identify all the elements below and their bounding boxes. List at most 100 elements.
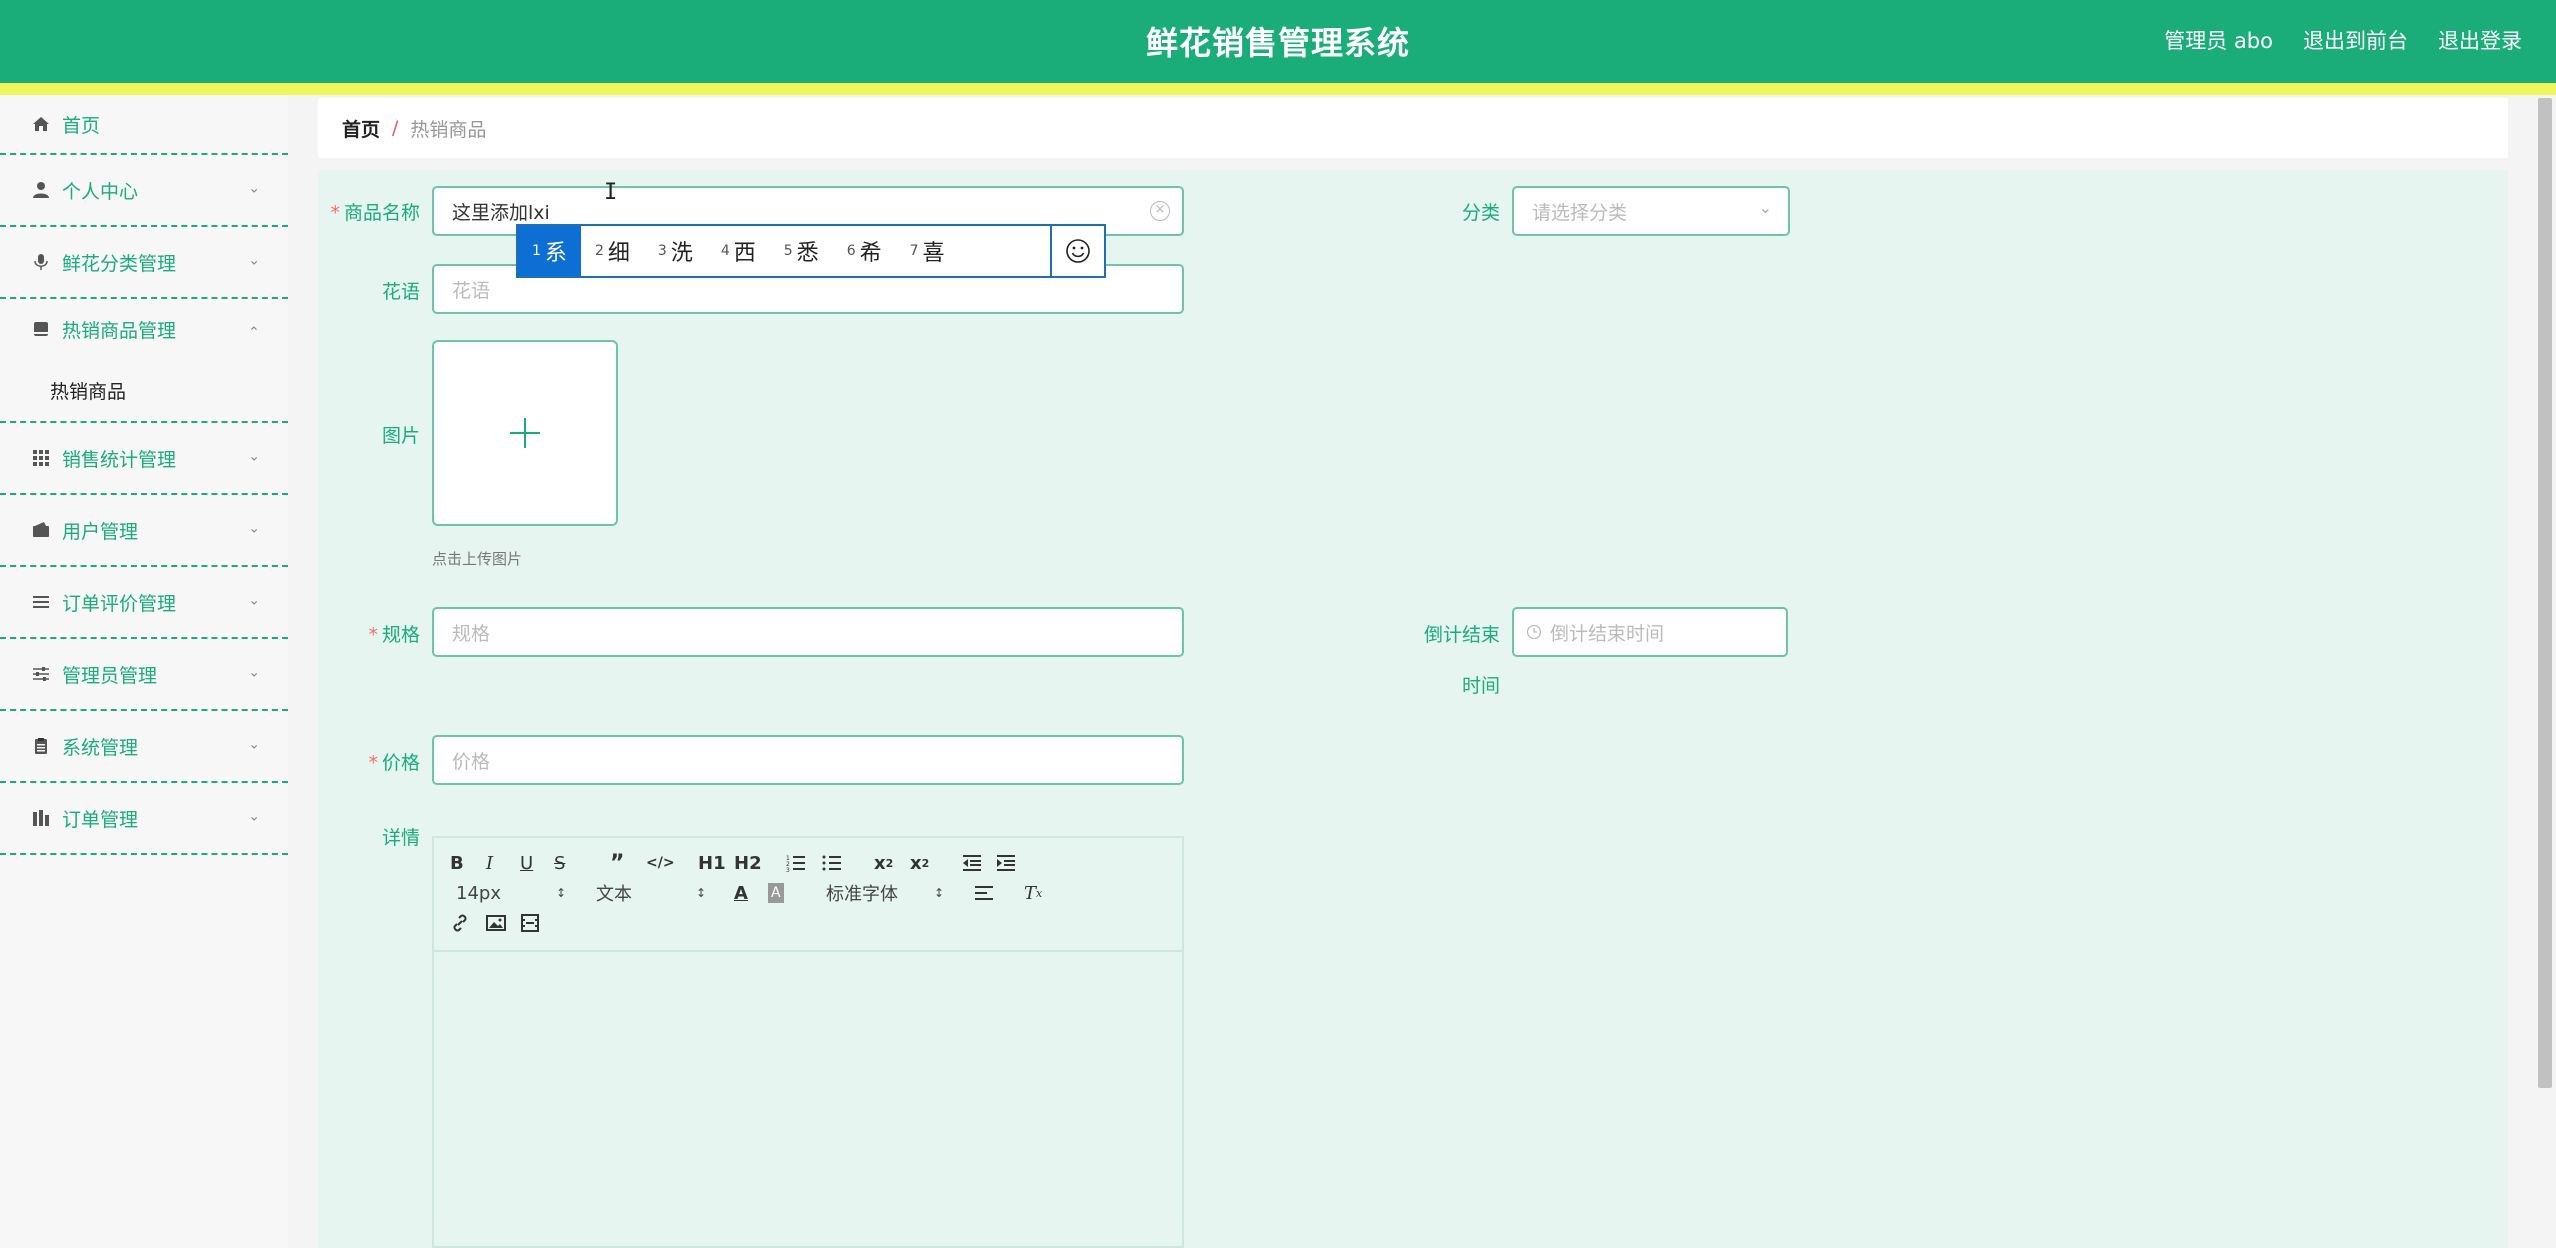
sidebar-item-label: 热销商品管理 [62, 319, 177, 342]
breadcrumb: 首页 / 热销商品 [318, 98, 2508, 158]
sidebar-item-order-reviews[interactable]: 订单评价管理 ⌄ [0, 567, 288, 639]
sidebar: 首页 个人中心 ⌄ 鲜花分类管理 ⌄ 热销商品管理 ⌄ 热销商品 销售统计管理 … [0, 95, 288, 1248]
sidebar-item-sales-stats[interactable]: 销售统计管理 ⌄ [0, 423, 288, 495]
category-select[interactable]: 请选择分类 ⌄ [1512, 186, 1790, 236]
ime-candidate[interactable]: 3洗 [644, 226, 707, 276]
editor-toolbar: B I U S ” </> H1 H2 123 x2 x2 14px ↕ 文本 ↕ … [434, 838, 1182, 952]
grid-icon [30, 447, 52, 469]
chevron-down-icon: ⌄ [248, 448, 260, 465]
ime-candidate[interactable]: 2细 [581, 226, 644, 276]
spec-input[interactable]: 规格 [432, 607, 1184, 657]
sliders-icon [30, 663, 52, 685]
countdown-placeholder: 倒计结束时间 [1550, 622, 1665, 645]
page-scrollbar[interactable] [2538, 98, 2552, 1088]
logout-link[interactable]: 退出登录 [2438, 25, 2522, 55]
chevron-down-icon: ⌄ [248, 808, 260, 825]
ime-candidate[interactable]: 6希 [833, 226, 896, 276]
detail-label: 详情 [381, 827, 420, 849]
heading-2-icon[interactable]: H2 [734, 850, 762, 876]
clear-icon[interactable]: × [1150, 201, 1170, 221]
blockquote-icon[interactable]: ” [610, 850, 624, 876]
block-type-select[interactable]: 文本 ↕ [596, 880, 706, 906]
indent-icon[interactable] [996, 850, 1016, 876]
strikethrough-icon[interactable]: S [554, 850, 565, 876]
sidebar-item-label: 首页 [62, 114, 101, 137]
ordered-list-icon[interactable]: 123 [786, 850, 806, 876]
svg-text:3: 3 [786, 867, 790, 872]
ime-candidate[interactable]: 7喜 [896, 226, 959, 276]
emoji-icon[interactable] [1050, 226, 1104, 276]
sidebar-item-flower-category[interactable]: 鲜花分类管理 ⌄ [0, 227, 288, 299]
exit-to-front-link[interactable]: 退出到前台 [2303, 25, 2408, 55]
editor-content-area[interactable] [434, 952, 1182, 1246]
spec-placeholder: 规格 [452, 622, 491, 645]
flower-lang-placeholder: 花语 [452, 279, 491, 302]
bold-icon[interactable]: B [450, 850, 464, 876]
text-cursor-icon: I [604, 180, 618, 205]
ime-candidate[interactable]: 4西 [707, 226, 770, 276]
spec-label: * 规格 [368, 624, 420, 646]
header-stripe [0, 83, 2556, 95]
top-header: 鲜花销售管理系统 管理员 abo 退出到前台 退出登录 [0, 0, 2556, 83]
price-label: * 价格 [368, 752, 420, 774]
countdown-label: 倒计结束 [1423, 624, 1500, 646]
bullet-list-icon[interactable] [822, 850, 842, 876]
heading-1-icon[interactable]: H1 [698, 850, 726, 876]
superscript-icon[interactable]: x2 [910, 850, 929, 876]
video-icon[interactable] [520, 910, 540, 936]
font-size-select[interactable]: 14px ↕ [456, 880, 566, 906]
chevron-down-icon: ⌄ [248, 252, 260, 269]
sidebar-item-system[interactable]: 系统管理 ⌄ [0, 711, 288, 783]
chevron-down-icon: ⌄ [248, 180, 260, 197]
italic-icon[interactable]: I [486, 850, 493, 876]
outdent-icon[interactable] [962, 850, 982, 876]
sidebar-item-users[interactable]: 用户管理 ⌄ [0, 495, 288, 567]
clock-icon [1526, 624, 1542, 640]
flower-lang-label: 花语 [381, 281, 420, 303]
category-label: 分类 [1461, 202, 1500, 224]
chart-icon [30, 807, 52, 829]
chevron-down-icon: ⌄ [248, 736, 260, 753]
clipboard-icon [30, 735, 52, 757]
breadcrumb-separator: / [392, 117, 399, 139]
user-icon [30, 179, 52, 201]
current-user: 管理员 abo [2164, 29, 2273, 53]
chevron-up-icon: ⌄ [248, 322, 260, 339]
chevron-down-icon: ⌄ [1758, 198, 1772, 217]
link-icon[interactable] [450, 910, 470, 936]
sidebar-item-label: 鲜花分类管理 [62, 252, 177, 275]
chevron-down-icon: ⌄ [248, 520, 260, 537]
submenu-hot-products[interactable]: 热销商品 [0, 359, 288, 423]
clear-format-icon[interactable]: Tx [1024, 880, 1042, 906]
subscript-icon[interactable]: x2 [874, 850, 893, 876]
price-input[interactable]: 价格 [432, 735, 1184, 785]
plus-icon [510, 418, 540, 448]
rich-text-editor: B I U S ” </> H1 H2 123 x2 x2 14px ↕ 文本 ↕ … [432, 836, 1184, 1248]
image-upload-button[interactable] [432, 340, 618, 526]
align-icon[interactable] [974, 880, 994, 906]
sidebar-item-profile[interactable]: 个人中心 ⌄ [0, 155, 288, 227]
microphone-icon [30, 251, 52, 273]
header-actions: 管理员 abo 退出到前台 退出登录 [2164, 25, 2522, 55]
image-icon[interactable] [486, 910, 506, 936]
sidebar-item-label: 管理员管理 [62, 664, 158, 687]
sidebar-item-admins[interactable]: 管理员管理 ⌄ [0, 639, 288, 711]
background-color-icon[interactable]: A [768, 883, 784, 903]
sidebar-item-orders[interactable]: 订单管理 ⌄ [0, 783, 288, 855]
name-label: * 商品名称 [330, 202, 420, 224]
text-color-icon[interactable]: A [734, 880, 748, 906]
countdown-datetime-input[interactable]: 倒计结束时间 [1512, 607, 1788, 657]
font-family-select[interactable]: 标准字体 ↕ [826, 880, 944, 906]
sidebar-item-hot-products[interactable]: 热销商品管理 ⌄ [0, 299, 288, 359]
sidebar-item-label: 用户管理 [62, 520, 139, 543]
ime-candidate[interactable]: 5悉 [770, 226, 833, 276]
countdown-label-line2: 时间 [1461, 675, 1500, 697]
category-placeholder: 请选择分类 [1532, 201, 1628, 224]
sidebar-item-home[interactable]: 首页 [0, 95, 288, 155]
code-block-icon[interactable]: </> [646, 850, 675, 876]
underline-icon[interactable]: U [520, 850, 533, 876]
home-icon [30, 113, 52, 135]
breadcrumb-current: 热销商品 [410, 118, 487, 141]
breadcrumb-home[interactable]: 首页 [342, 115, 380, 142]
ime-candidate[interactable]: 1系 [518, 226, 581, 276]
